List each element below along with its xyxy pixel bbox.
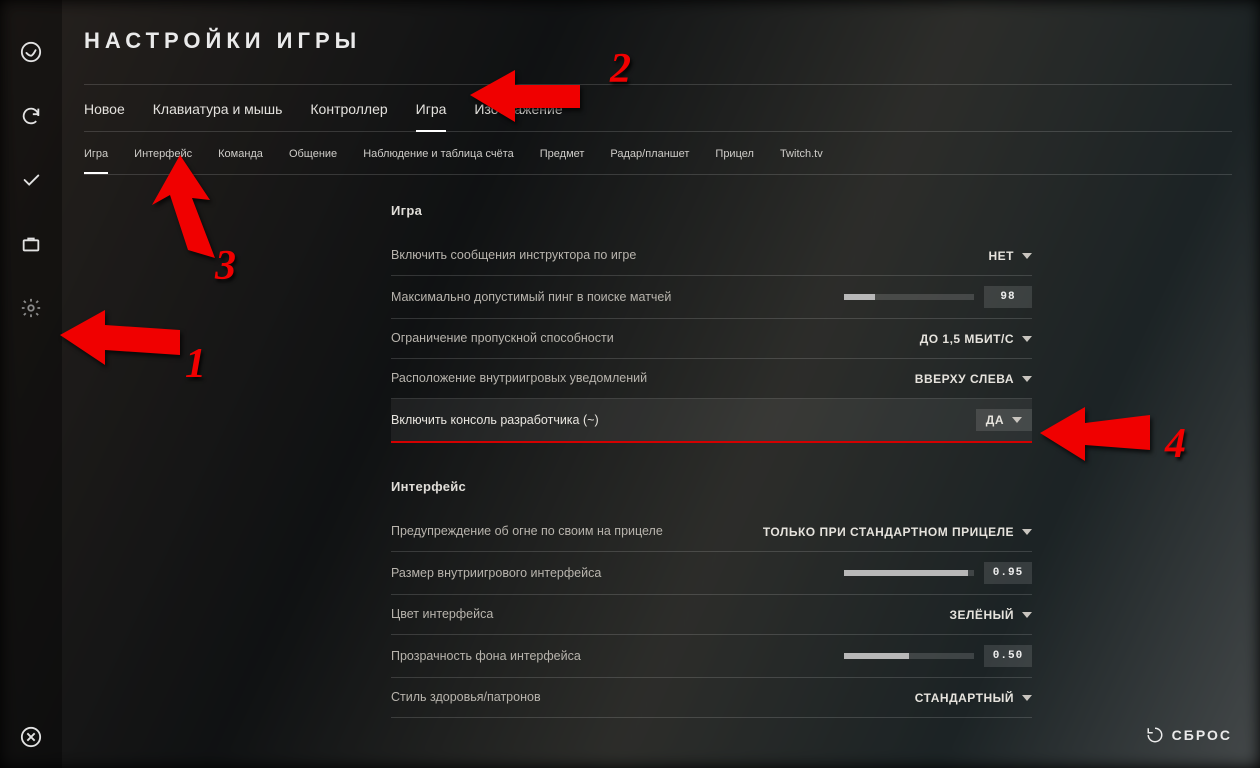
label-ff-warn: Предупреждение об огне по своим на прице… xyxy=(391,523,663,540)
subtab-comm[interactable]: Общение xyxy=(289,148,337,160)
label-instructor: Включить сообщения инструктора по игре xyxy=(391,247,636,264)
chevron-down-icon xyxy=(1022,612,1032,618)
settings-panel: НАСТРОЙКИ ИГРЫ Новое Клавиатура и мышь К… xyxy=(62,0,1260,768)
subtab-crosshair[interactable]: Прицел xyxy=(715,148,754,160)
value-ping[interactable]: 98 xyxy=(984,286,1032,308)
annotation-number-3: 3 xyxy=(215,242,236,290)
value-hp-style: СТАНДАРТНЫЙ xyxy=(915,691,1014,705)
value-hud-scale[interactable]: 0.95 xyxy=(984,562,1032,584)
label-hud-color: Цвет интерфейса xyxy=(391,606,493,623)
page-title: НАСТРОЙКИ ИГРЫ xyxy=(84,28,1232,54)
secondary-tabs: Игра Интерфейс Команда Общение Наблюдени… xyxy=(84,132,1232,175)
annotation-arrow-4 xyxy=(1030,395,1160,475)
chevron-down-icon xyxy=(1022,529,1032,535)
dropdown-instructor[interactable]: НЕТ xyxy=(989,249,1033,263)
dropdown-devconsole[interactable]: ДА xyxy=(976,409,1032,431)
tab-game[interactable]: Игра xyxy=(416,101,447,117)
row-ping: Максимально допустимый пинг в поиске мат… xyxy=(391,276,1032,319)
row-hud-scale: Размер внутриигрового интерфейса 0.95 xyxy=(391,552,1032,595)
row-bandwidth: Ограничение пропускной способности ДО 1,… xyxy=(391,319,1032,359)
tab-new[interactable]: Новое xyxy=(84,101,125,117)
chevron-down-icon xyxy=(1022,253,1032,259)
dropdown-bandwidth[interactable]: ДО 1,5 МБИТ/С xyxy=(920,332,1032,346)
section-heading-game: Игра xyxy=(391,203,1032,218)
label-bandwidth: Ограничение пропускной способности xyxy=(391,330,614,347)
slider-hud-alpha[interactable] xyxy=(844,653,974,659)
chevron-down-icon xyxy=(1022,376,1032,382)
reset-label: СБРОС xyxy=(1172,727,1232,743)
value-instructor: НЕТ xyxy=(989,249,1015,263)
home-icon[interactable] xyxy=(0,22,62,82)
value-notif-pos: ВВЕРХУ СЛЕВА xyxy=(915,372,1014,386)
row-devconsole: Включить консоль разработчика (~) ДА xyxy=(391,399,1032,443)
chevron-down-icon xyxy=(1022,336,1032,342)
dropdown-hud-color[interactable]: ЗЕЛЁНЫЙ xyxy=(949,608,1032,622)
annotation-number-2: 2 xyxy=(610,45,631,93)
annotation-number-1: 1 xyxy=(185,340,206,388)
reset-button[interactable]: СБРОС xyxy=(1146,726,1232,744)
tab-controller[interactable]: Контроллер xyxy=(310,101,387,117)
chevron-down-icon xyxy=(1022,695,1032,701)
dropdown-ff-warn[interactable]: ТОЛЬКО ПРИ СТАНДАРТНОМ ПРИЦЕЛЕ xyxy=(763,525,1032,539)
value-bandwidth: ДО 1,5 МБИТ/С xyxy=(920,332,1014,346)
label-devconsole: Включить консоль разработчика (~) xyxy=(391,412,599,429)
annotation-arrow-1 xyxy=(50,300,190,390)
label-hud-alpha: Прозрачность фона интерфейса xyxy=(391,648,581,665)
section-heading-interface: Интерфейс xyxy=(391,479,1032,494)
value-ff-warn: ТОЛЬКО ПРИ СТАНДАРТНОМ ПРИЦЕЛЕ xyxy=(763,525,1014,539)
slider-hud-scale[interactable] xyxy=(844,570,974,576)
close-icon[interactable] xyxy=(0,726,62,748)
value-hud-alpha[interactable]: 0.50 xyxy=(984,645,1032,667)
primary-tabs: Новое Клавиатура и мышь Контроллер Игра … xyxy=(84,84,1232,132)
label-hp-style: Стиль здоровья/патронов xyxy=(391,689,541,706)
subtab-spectate[interactable]: Наблюдение и таблица счёта xyxy=(363,148,514,160)
row-instructor: Включить сообщения инструктора по игре Н… xyxy=(391,236,1032,276)
annotation-arrow-3 xyxy=(120,150,230,270)
label-notif-pos: Расположение внутриигровых уведомлений xyxy=(391,370,647,387)
row-hud-alpha: Прозрачность фона интерфейса 0.50 xyxy=(391,635,1032,678)
value-devconsole: ДА xyxy=(986,413,1004,427)
value-hud-color: ЗЕЛЁНЫЙ xyxy=(949,608,1014,622)
reset-icon xyxy=(1146,726,1164,744)
subtab-twitch[interactable]: Twitch.tv xyxy=(780,148,823,160)
slider-ping[interactable] xyxy=(844,294,974,300)
annotation-number-4: 4 xyxy=(1165,420,1186,468)
refresh-icon[interactable] xyxy=(0,86,62,146)
row-notif-pos: Расположение внутриигровых уведомлений В… xyxy=(391,359,1032,399)
dropdown-notif-pos[interactable]: ВВЕРХУ СЛЕВА xyxy=(915,372,1032,386)
dropdown-hp-style[interactable]: СТАНДАРТНЫЙ xyxy=(915,691,1032,705)
annotation-arrow-2 xyxy=(460,60,590,130)
settings-content: Игра Включить сообщения инструктора по и… xyxy=(391,203,1032,718)
tab-keyboard[interactable]: Клавиатура и мышь xyxy=(153,101,283,117)
label-ping: Максимально допустимый пинг в поиске мат… xyxy=(391,289,671,306)
subtab-radar[interactable]: Радар/планшет xyxy=(610,148,689,160)
chevron-down-icon xyxy=(1012,417,1022,423)
subtab-game[interactable]: Игра xyxy=(84,148,108,160)
row-hud-color: Цвет интерфейса ЗЕЛЁНЫЙ xyxy=(391,595,1032,635)
label-hud-scale: Размер внутриигрового интерфейса xyxy=(391,565,601,582)
check-icon[interactable] xyxy=(0,150,62,210)
row-ff-warn: Предупреждение об огне по своим на прице… xyxy=(391,512,1032,552)
subtab-item[interactable]: Предмет xyxy=(540,148,585,160)
inventory-icon[interactable] xyxy=(0,214,62,274)
row-hp-style: Стиль здоровья/патронов СТАНДАРТНЫЙ xyxy=(391,678,1032,718)
